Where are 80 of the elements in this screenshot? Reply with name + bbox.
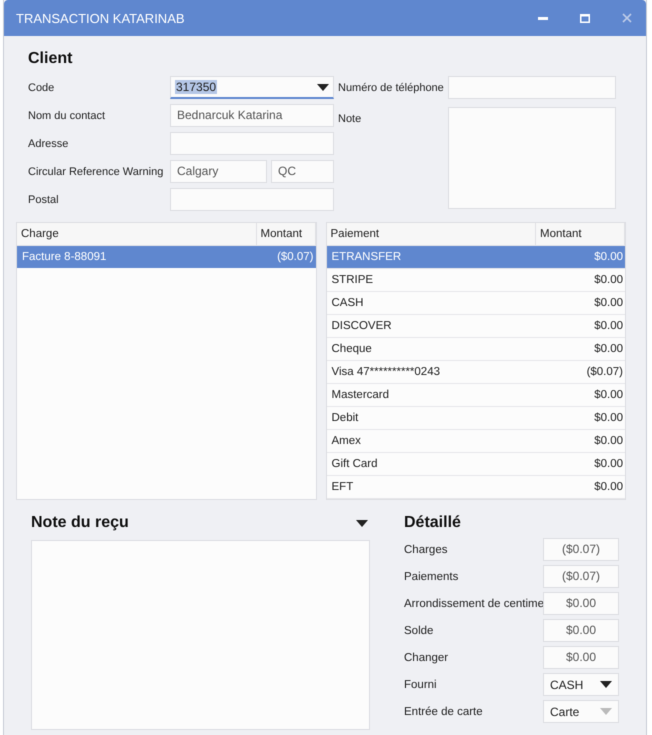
receipt-note-field[interactable] <box>31 540 370 730</box>
field-label: Entrée de carte <box>404 705 484 720</box>
field-label: Note <box>338 112 362 127</box>
amount-field[interactable]: $0.00 <box>543 619 619 642</box>
text-field[interactable] <box>170 188 334 211</box>
table-row[interactable]: Amex $0.00 <box>326 430 625 453</box>
caret-icon <box>317 84 329 90</box>
table-row[interactable]: Cheque $0.00 <box>326 338 625 361</box>
field-label: Nom du contact <box>28 109 106 124</box>
table-cell-text: DISCOVER <box>332 319 392 334</box>
column-header[interactable]: Montant <box>256 223 316 245</box>
table-cell-text: $0.00 <box>594 250 623 265</box>
table-row[interactable]: Facture 8-88091 ($0.07) <box>17 246 316 268</box>
column-header[interactable]: Paiement <box>326 223 536 245</box>
table-row[interactable]: STRIPE $0.00 <box>326 269 625 292</box>
minimize-icon[interactable] <box>538 16 548 20</box>
amount-field[interactable]: $0.00 <box>543 592 619 615</box>
table-cell-text: $0.00 <box>594 273 623 288</box>
caret-icon <box>600 681 612 688</box>
table-cell-text: $0.00 <box>594 388 623 403</box>
table-cell-text: $0.00 <box>594 296 623 311</box>
dropdown[interactable]: CASH <box>543 673 619 696</box>
table-cell-text: $0.00 <box>594 480 623 495</box>
note-field[interactable] <box>448 107 616 209</box>
table-row[interactable]: DISCOVER $0.00 <box>326 315 625 338</box>
field-label: Code <box>28 81 56 96</box>
table-cell-text: Facture 8-88091 <box>22 250 106 265</box>
text-field[interactable] <box>448 76 616 99</box>
table-cell-text: CASH <box>332 296 364 311</box>
caret-icon <box>600 708 612 715</box>
table-cell-text: STRIPE <box>332 273 374 288</box>
field-label: Paiements <box>404 570 460 585</box>
field-label: Adresse <box>28 137 70 152</box>
table-cell-text: Visa 47**********0243 <box>332 365 440 380</box>
table-cell-text: $0.00 <box>594 319 623 334</box>
table-cell-text: $0.00 <box>594 342 623 357</box>
amount-field[interactable]: $0.00 <box>543 646 619 669</box>
field-label: Solde <box>404 624 434 639</box>
text-field[interactable]: Bednarcuk Katarina <box>170 104 334 127</box>
field-label: Charges <box>404 543 448 558</box>
text-field[interactable] <box>170 132 334 155</box>
section-heading: Note du reçu <box>31 514 129 532</box>
table-cell-text: ($0.07) <box>277 250 314 265</box>
table-cell-text: ETRANSFER <box>332 250 402 265</box>
table-cell-text: ($0.07) <box>586 365 623 380</box>
table-row[interactable]: Mastercard $0.00 <box>326 384 625 407</box>
caret-icon[interactable] <box>356 520 368 526</box>
field-label: Changer <box>404 651 450 666</box>
table-row[interactable]: Visa 47**********0243 ($0.07) <box>326 361 625 384</box>
table-row[interactable]: ETRANSFER $0.00 <box>326 246 625 269</box>
code-combobox[interactable]: 317350 <box>170 76 334 99</box>
close-icon[interactable] <box>622 13 632 23</box>
table-cell-text: $0.00 <box>594 457 623 472</box>
table-cell-text: Mastercard <box>332 388 390 403</box>
amount-field[interactable]: ($0.07) <box>543 565 619 588</box>
field-label: Fourni <box>404 678 438 693</box>
column-header[interactable]: Charge <box>17 223 256 245</box>
amount-field[interactable]: ($0.07) <box>543 538 619 561</box>
table-row[interactable]: EFT $0.00 <box>326 476 625 499</box>
city-field[interactable]: Calgary <box>170 160 267 183</box>
table-cell-text: Amex <box>332 434 361 449</box>
table-cell-text: EFT <box>332 480 354 495</box>
province-field[interactable]: QC <box>271 160 334 183</box>
field-label: Postal <box>28 193 60 208</box>
table-cell-text: Cheque <box>332 342 372 357</box>
table-row[interactable]: CASH $0.00 <box>326 292 625 315</box>
window-title: TRANSACTION KATARINAB <box>16 10 186 26</box>
maximize-icon[interactable] <box>580 14 590 22</box>
field-label: Arrondissement de centime <box>404 597 543 612</box>
column-header[interactable]: Montant <box>536 223 625 245</box>
table-row[interactable]: Gift Card $0.00 <box>326 453 625 476</box>
table-cell-text: Gift Card <box>332 457 378 472</box>
section-heading: Client <box>28 50 74 68</box>
table-cell-text: $0.00 <box>594 411 623 426</box>
field-label: Circular Reference Warning <box>28 165 164 180</box>
field-label: Numéro de téléphone <box>338 81 445 96</box>
section-heading: Détaillé <box>404 514 462 532</box>
table-cell-text: Debit <box>332 411 358 426</box>
table-cell-text: $0.00 <box>594 434 623 449</box>
table-row[interactable]: Debit $0.00 <box>326 407 625 430</box>
